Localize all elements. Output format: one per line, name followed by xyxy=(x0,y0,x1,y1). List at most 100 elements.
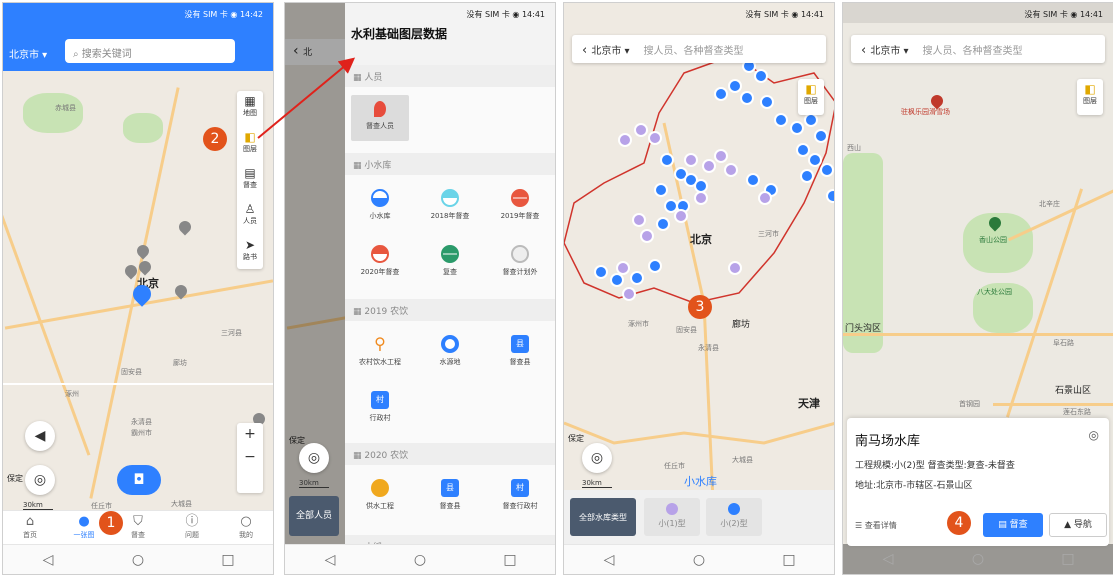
reservoir-marker-small-1[interactable] xyxy=(694,191,708,205)
layer-2019-inspect[interactable]: 2019年督查 xyxy=(485,189,555,221)
inspect-button[interactable]: ▤ 督查 xyxy=(983,513,1043,537)
all-people-button[interactable]: 全部人员 xyxy=(289,496,339,536)
layer-water-supply[interactable]: 供水工程 xyxy=(345,479,415,511)
reservoir-marker-small-2[interactable] xyxy=(728,79,742,93)
tool-layers[interactable]: ◧ 图层 xyxy=(237,127,263,163)
layer-2018-inspect[interactable]: 2018年督查 xyxy=(415,189,485,221)
reservoir-marker-small-1[interactable] xyxy=(758,191,772,205)
reservoir-marker-small-2[interactable] xyxy=(754,69,768,83)
recents-nav-icon[interactable]: □ xyxy=(213,552,243,568)
reservoir-marker-small-2[interactable] xyxy=(796,143,810,157)
reservoir-marker-small-1[interactable] xyxy=(616,261,630,275)
reservoir-marker-small-1[interactable] xyxy=(640,229,654,243)
back-nav-icon[interactable]: ◁ xyxy=(33,552,63,568)
map-marker-icon[interactable] xyxy=(176,218,194,236)
search-bar[interactable]: ‹ 北京市 ▾ 搜人员、各种督查类型 xyxy=(851,35,1105,63)
reservoir-marker-small-2[interactable] xyxy=(648,259,662,273)
recents-nav-icon[interactable]: □ xyxy=(774,552,804,568)
reservoir-marker-small-1[interactable] xyxy=(702,159,716,173)
reservoir-marker-small-2[interactable] xyxy=(660,153,674,167)
back-nav-icon[interactable]: ◁ xyxy=(315,552,345,568)
reservoir-marker-small-2[interactable] xyxy=(804,113,818,127)
reservoir-marker-small-1[interactable] xyxy=(618,133,632,147)
back-nav-icon[interactable]: ◁ xyxy=(873,551,903,567)
layer-unplanned-inspect[interactable]: 督查计划外 xyxy=(485,245,555,277)
sound-button[interactable]: ◀ xyxy=(25,421,55,451)
locate-button[interactable]: ◎ xyxy=(299,443,329,473)
reservoir-marker-small-2[interactable] xyxy=(790,121,804,135)
reservoir-marker-small-2[interactable] xyxy=(800,169,814,183)
layer-recheck[interactable]: 复查 xyxy=(415,245,485,277)
layer-2020-inspect[interactable]: 2020年督查 xyxy=(345,245,415,277)
view-details-link[interactable]: ☰ 查看详情 xyxy=(855,520,897,531)
tool-inspect[interactable]: ▤ 督查 xyxy=(237,163,263,199)
locate-button[interactable]: ◎ xyxy=(582,443,612,473)
layer-rural-water-project[interactable]: ⚲ 农村饮水工程 xyxy=(345,335,415,367)
reservoir-marker-small-2[interactable] xyxy=(760,95,774,109)
filter-all-types[interactable]: 全部水库类型 xyxy=(570,498,636,536)
layers-button[interactable]: ◧ 图层 xyxy=(798,79,824,115)
home-nav-icon[interactable]: ○ xyxy=(684,552,714,568)
reservoir-marker-small-1[interactable] xyxy=(632,213,646,227)
city-selector[interactable]: 北京市 ▾ xyxy=(591,46,629,57)
home-nav-icon[interactable]: ○ xyxy=(963,551,993,567)
reservoir-marker-small-2[interactable] xyxy=(826,189,834,203)
layer-small-reservoir[interactable]: 小水库 xyxy=(345,189,415,221)
reservoir-marker-small-2[interactable] xyxy=(610,273,624,287)
reservoir-marker-small-2[interactable] xyxy=(714,87,728,101)
layers-button[interactable]: ◧ 图层 xyxy=(1077,79,1103,115)
reservoir-marker-small-2[interactable] xyxy=(654,183,668,197)
tab-issues[interactable]: ⓘ 问题 xyxy=(165,511,219,544)
reservoir-marker-small-1[interactable] xyxy=(724,163,738,177)
reservoir-marker-small-1[interactable] xyxy=(714,149,728,163)
camera-button[interactable]: ◘ xyxy=(117,465,161,495)
locate-button[interactable]: ◎ xyxy=(25,465,55,495)
layer-water-source[interactable]: 水源地 xyxy=(415,335,485,367)
back-arrow-icon[interactable]: ‹ xyxy=(861,43,870,58)
reservoir-marker-small-2[interactable] xyxy=(820,163,834,177)
home-nav-icon[interactable]: ○ xyxy=(405,552,435,568)
tool-map[interactable]: ▦ 地图 xyxy=(237,91,263,127)
layer-inspect-village-2020[interactable]: 村督查行政村 xyxy=(485,479,555,511)
layer-inspect-county[interactable]: 县督查县 xyxy=(485,335,555,367)
village-badge-icon: 村 xyxy=(511,479,529,497)
navigate-button[interactable]: ▲ 导航 xyxy=(1049,513,1107,537)
locate-reservoir-icon[interactable]: ◎ xyxy=(1089,428,1099,442)
reservoir-marker-small-1[interactable] xyxy=(674,209,688,223)
tab-home[interactable]: ⌂ 首页 xyxy=(3,511,57,544)
reservoir-marker-small-1[interactable] xyxy=(648,131,662,145)
layer-inspector-people[interactable]: 督查人员 xyxy=(351,95,409,141)
reservoir-marker-small-1[interactable] xyxy=(634,123,648,137)
zoom-out-button[interactable]: − xyxy=(237,446,263,469)
recents-nav-icon[interactable]: □ xyxy=(1053,551,1083,567)
search-input[interactable]: ⌕ 搜索关键词 xyxy=(65,39,235,63)
reservoir-marker-small-2[interactable] xyxy=(808,153,822,167)
tool-people[interactable]: ♙ 人员 xyxy=(237,199,263,235)
reservoir-marker-small-1[interactable] xyxy=(728,261,742,275)
reservoir-marker-small-2[interactable] xyxy=(594,265,608,279)
tab-mine[interactable]: ○ 我的 xyxy=(219,511,273,544)
reservoir-marker-small-2[interactable] xyxy=(746,173,760,187)
reservoir-marker-small-2[interactable] xyxy=(630,271,644,285)
layer-inspect-county-2020[interactable]: 县督查县 xyxy=(415,479,485,511)
map-view[interactable]: 北京 廊坊 天津 保定 涿州市 固安县 永清县 任丘市 大城县 三河市 小水库 xyxy=(564,3,834,574)
recents-nav-icon[interactable]: □ xyxy=(495,552,525,568)
filter-small-1[interactable]: 小(1)型 xyxy=(644,498,700,536)
map-marker-icon[interactable] xyxy=(134,242,152,260)
filter-small-2[interactable]: 小(2)型 xyxy=(706,498,762,536)
city-selector[interactable]: 北京市 ▾ xyxy=(870,46,908,57)
home-nav-icon[interactable]: ○ xyxy=(123,552,153,568)
reservoir-marker-small-1[interactable] xyxy=(622,287,636,301)
search-bar[interactable]: ‹ 北京市 ▾ 搜人员、各种督查类型 xyxy=(572,35,826,63)
back-arrow-icon[interactable]: ‹ xyxy=(582,43,591,58)
zoom-in-button[interactable]: + xyxy=(237,423,263,446)
reservoir-marker-small-1[interactable] xyxy=(684,153,698,167)
layer-village[interactable]: 村行政村 xyxy=(345,391,415,423)
reservoir-marker-small-2[interactable] xyxy=(774,113,788,127)
back-nav-icon[interactable]: ◁ xyxy=(594,552,624,568)
city-selector[interactable]: 北京市 ▾ xyxy=(9,46,47,61)
reservoir-marker-small-2[interactable] xyxy=(740,91,754,105)
reservoir-marker-small-2[interactable] xyxy=(814,129,828,143)
tool-route[interactable]: ➤ 路书 xyxy=(237,235,263,271)
reservoir-marker-small-2[interactable] xyxy=(656,217,670,231)
